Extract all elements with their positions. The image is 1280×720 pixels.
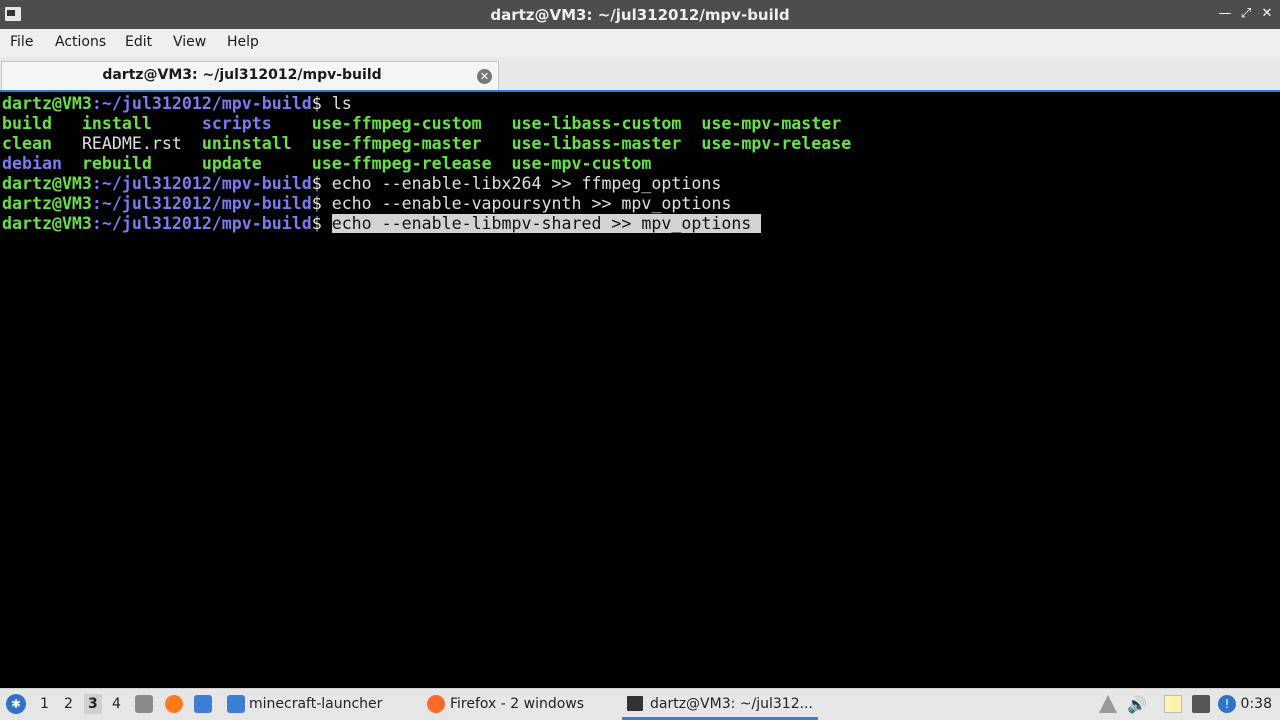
firefox-icon (427, 695, 445, 713)
terminal-icon (627, 696, 643, 711)
tray-arrow-icon[interactable] (1099, 695, 1117, 713)
prompt-user: dartz@VM3 (2, 94, 92, 113)
ls-entry: rebuild (81, 154, 152, 173)
ls-entry: build (2, 114, 52, 133)
terminal-output: dartz@VM3:~/jul312012/mpv-build$ ls build… (2, 94, 851, 234)
ls-output-row: clean README.rst uninstall use-ffmpeg-ma… (2, 134, 851, 154)
firefox-launcher-icon[interactable] (165, 695, 183, 713)
show-desktop-icon[interactable] (194, 695, 212, 713)
window-title: dartz@VM3: ~/jul312012/mpv-build (490, 6, 790, 24)
ls-entry: use-ffmpeg-release (311, 154, 492, 173)
file-manager-icon[interactable] (135, 695, 153, 713)
clipboard-icon[interactable] (1164, 695, 1182, 713)
prompt-user: dartz@VM3 (2, 174, 92, 193)
ls-entry: use-mpv-release (701, 134, 852, 153)
tab-label: dartz@VM3: ~/jul312012/mpv-build (102, 67, 382, 83)
ls-entry: uninstall (201, 134, 292, 153)
command-text: echo --enable-libmpv-shared >> mpv_optio… (331, 214, 762, 233)
ls-output-row: debian rebuild update use-ffmpeg-release… (2, 154, 851, 174)
command-text: echo --enable-vapoursynth >> mpv_options (331, 194, 732, 213)
ls-entry: use-libass-master (511, 134, 682, 153)
workspace-2[interactable]: 2 (64, 696, 73, 712)
task-label: Firefox - 2 windows (450, 696, 585, 712)
prompt-path: :~/jul312012/mpv-build (91, 174, 312, 193)
task-terminal[interactable]: dartz@VM3: ~/jul312... (622, 689, 818, 720)
ls-entry: clean (2, 134, 52, 153)
prompt-path: :~/jul312012/mpv-build (91, 214, 312, 233)
ls-entry: README.rst (81, 134, 182, 153)
task-minecraft-launcher[interactable]: minecraft-launcher (225, 689, 415, 720)
terminal-line: dartz@VM3:~/jul312012/mpv-build$ ls (2, 94, 851, 114)
ls-entry: use-ffmpeg-master (311, 134, 482, 153)
close-tab-icon[interactable]: ✕ (477, 69, 492, 84)
ls-entry: use-mpv-master (701, 114, 842, 133)
taskbar: ✱ 1 2 3 4 minecraft-launcher Firefox - 2… (0, 688, 1280, 720)
menu-edit[interactable]: Edit (125, 34, 152, 50)
terminal-area[interactable]: dartz@VM3:~/jul312012/mpv-build$ ls build… (0, 90, 1280, 686)
volume-icon[interactable]: 🔊 (1127, 695, 1147, 714)
minimize-button[interactable]: — (1215, 4, 1235, 24)
ls-entry: use-ffmpeg-custom (311, 114, 482, 133)
ls-entry: use-mpv-custom (511, 154, 652, 173)
terminal-tab[interactable]: dartz@VM3: ~/jul312012/mpv-build ✕ (1, 61, 499, 90)
folder-icon (227, 695, 245, 713)
prompt-user: dartz@VM3 (2, 194, 92, 213)
task-label: minecraft-launcher (249, 696, 383, 712)
terminal-line: dartz@VM3:~/jul312012/mpv-build$ echo --… (2, 174, 851, 194)
close-window-button[interactable]: ✕ (1257, 4, 1277, 24)
prompt-path: :~/jul312012/mpv-build (91, 194, 312, 213)
workspace-4[interactable]: 4 (112, 696, 121, 712)
clock: 0:38 (1240, 696, 1272, 712)
workspace-1[interactable]: 1 (40, 696, 49, 712)
prompt-symbol: $ (311, 94, 332, 113)
prompt-path: :~/jul312012/mpv-build (91, 94, 312, 113)
task-label: dartz@VM3: ~/jul312... (650, 696, 813, 712)
menu-file[interactable]: File (10, 34, 33, 50)
ls-entry: scripts (201, 114, 272, 133)
network-icon[interactable] (1192, 695, 1210, 713)
terminal-line: dartz@VM3:~/jul312012/mpv-build$ echo --… (2, 214, 851, 234)
window-titlebar: dartz@VM3: ~/jul312012/mpv-build — ⤢ ✕ (0, 0, 1280, 29)
workspace-3[interactable]: 3 (84, 694, 102, 714)
tab-bar: dartz@VM3: ~/jul312012/mpv-build ✕ (0, 57, 1280, 90)
maximize-button[interactable]: ⤢ (1236, 4, 1256, 24)
ls-entry: debian (2, 154, 62, 173)
start-menu-button[interactable]: ✱ (6, 694, 26, 714)
prompt-symbol: $ (311, 174, 332, 193)
command-text: echo --enable-libx264 >> ffmpeg_options (331, 174, 722, 193)
ls-entry: update (201, 154, 262, 173)
prompt-symbol: $ (311, 194, 332, 213)
menu-actions[interactable]: Actions (55, 34, 106, 50)
menu-view[interactable]: View (173, 34, 206, 50)
terminal-line: dartz@VM3:~/jul312012/mpv-build$ echo --… (2, 194, 851, 214)
prompt-user: dartz@VM3 (2, 214, 92, 233)
menu-bar: File Actions Edit View Help (0, 29, 1280, 57)
ls-entry: install (81, 114, 152, 133)
notification-icon[interactable]: ! (1218, 695, 1236, 713)
command-text: ls (331, 94, 352, 113)
ls-entry: use-libass-custom (511, 114, 682, 133)
prompt-symbol: $ (311, 214, 332, 233)
ls-output-row: build install scripts use-ffmpeg-custom … (2, 114, 851, 134)
menu-help[interactable]: Help (227, 34, 259, 50)
task-firefox[interactable]: Firefox - 2 windows (425, 689, 615, 720)
